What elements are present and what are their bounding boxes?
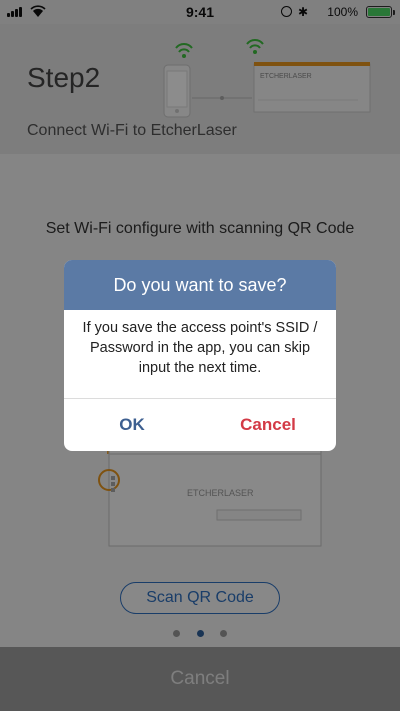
dialog-message: If you save the access point's SSID / Pa…	[82, 320, 318, 376]
dialog-ok-button[interactable]: OK	[64, 399, 200, 451]
dialog-cancel-button[interactable]: Cancel	[200, 399, 336, 451]
dialog-title: Do you want to save?	[64, 260, 336, 310]
save-dialog: Do you want to save? If you save the acc…	[64, 260, 336, 451]
